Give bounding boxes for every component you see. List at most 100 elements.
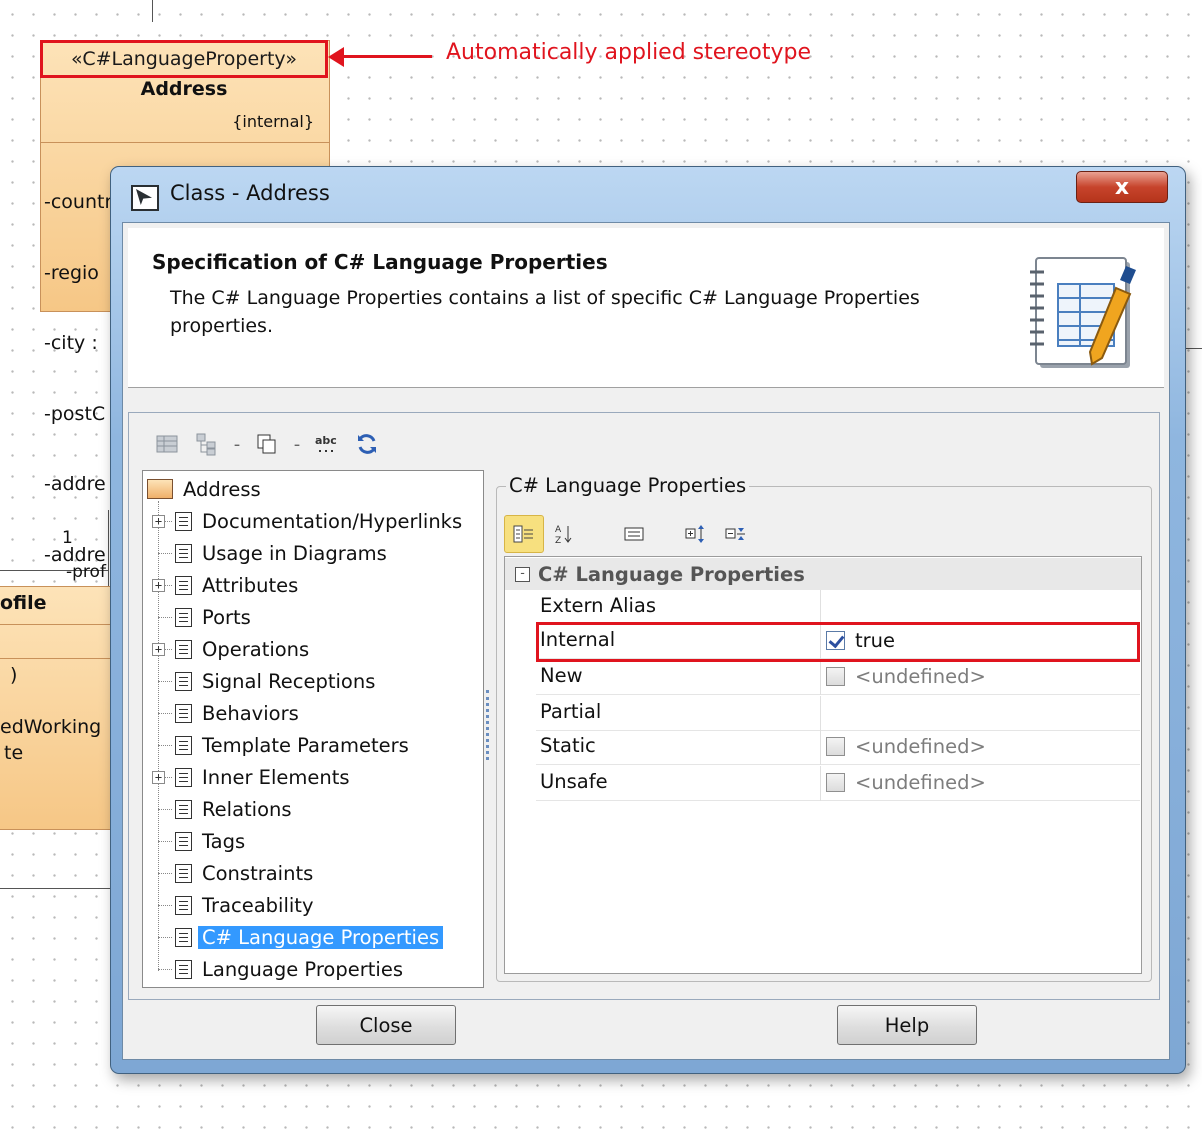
header-title: Specification of C# Language Properties [152,250,608,274]
document-icon [175,895,192,915]
property-value-text: <undefined> [855,665,986,688]
group-title: C# Language Properties [506,474,750,497]
operation-text: ) [10,664,18,686]
close-button[interactable]: Close [316,1005,456,1045]
column-divider [820,660,821,695]
property-row[interactable]: Partial [536,696,1140,731]
tree-item[interactable]: C# Language Properties [175,922,444,952]
association-line [108,510,109,586]
property-value-text: <undefined> [855,735,986,758]
property-checkbox[interactable] [826,667,845,686]
tree-item[interactable]: Template Parameters [175,730,409,760]
toolbar-separator: - [233,433,241,455]
document-icon [175,735,192,755]
class-tag: {internal} [232,112,314,131]
svg-text:Z: Z [555,536,561,545]
property-name: Extern Alias [540,594,657,617]
column-divider [820,766,821,801]
property-name: Partial [540,700,602,723]
property-row[interactable]: Static <undefined> [536,730,1140,765]
collapse-toggle[interactable]: - [515,566,530,582]
specification-tree[interactable]: Address + Documentation/Hyperlinks Usage i… [142,470,484,988]
expand-toggle[interactable]: + [152,643,165,656]
expand-toggle[interactable]: + [152,579,165,592]
document-icon [175,671,192,691]
tree-icon[interactable] [192,429,222,459]
property-checkbox[interactable] [826,737,845,756]
property-value[interactable]: <undefined> [826,665,986,688]
copy-icon[interactable] [252,429,282,459]
tree-item-label: Attributes [202,573,299,597]
role-label: -prof [66,562,106,582]
column-divider [820,730,821,765]
tree-item[interactable]: Constraints [175,858,313,888]
tree-item[interactable]: Inner Elements [175,762,350,792]
spec-toolbar: - - abc [152,426,382,462]
svg-text:A: A [555,525,562,535]
tree-guide-line [158,937,172,938]
property-value[interactable]: <undefined> [826,735,986,758]
pane-splitter[interactable] [486,690,489,760]
property-value-text: <undefined> [855,771,986,794]
help-button[interactable]: Help [837,1005,977,1045]
tree-item[interactable]: Traceability [175,890,314,920]
tree-guide-line [158,501,159,971]
class-compartment-divider [40,142,330,143]
tree-item[interactable]: Behaviors [175,698,299,728]
spell-check-icon[interactable]: abc [312,429,342,459]
column-divider [820,590,821,625]
tree-item-label: Documentation/Hyperlinks [202,509,463,533]
tree-item-address[interactable]: Address [147,474,261,504]
tree-item-label: Tags [202,829,246,853]
property-checkbox[interactable] [826,773,845,792]
tree-item[interactable]: Signal Receptions [175,666,375,696]
property-category-row[interactable]: - C# Language Properties [505,558,1141,590]
toolbar-separator: - [293,433,301,455]
tree-item[interactable]: Usage in Diagrams [175,538,387,568]
property-toolbar: AZ [504,514,756,554]
table-icon[interactable] [152,429,182,459]
refresh-icon[interactable] [352,429,382,459]
property-name: Static [540,734,596,757]
dialog-title: Class - Address [170,181,330,205]
property-row[interactable]: New <undefined> [536,660,1140,695]
property-value[interactable]: <undefined> [826,771,986,794]
tree-item[interactable]: Relations [175,794,292,824]
tree-item-label: C# Language Properties [198,925,444,949]
callout-text: Automatically applied stereotype [446,40,811,65]
document-icon [175,639,192,659]
diagram-line [152,0,153,22]
tree-item[interactable]: Language Properties [175,954,403,984]
highlight-box [536,622,1140,662]
tree-item[interactable]: Attributes [175,570,298,600]
profile-class-shape[interactable] [0,586,116,830]
tree-item[interactable]: Operations [175,634,309,664]
operation-text: edWorking [0,716,102,738]
tree-item-label: Operations [202,637,310,661]
tree-item[interactable]: Documentation/Hyperlinks [175,506,462,536]
categorized-view-icon[interactable] [504,515,544,553]
tree-item-label: Usage in Diagrams [202,541,387,565]
specification-document-icon [1030,257,1136,368]
expand-toggle[interactable]: + [152,771,165,784]
tree-item[interactable]: Tags [175,826,245,856]
property-row[interactable]: Extern Alias [536,590,1140,625]
class-compartment-divider [0,658,116,659]
window-close-button[interactable]: x [1076,171,1168,203]
tree-guide-line [158,713,172,714]
class-name: Address [140,78,228,100]
document-icon [175,863,192,883]
tree-guide-line [158,617,172,618]
tree-guide-line [158,745,172,746]
tree-guide-line [158,809,172,810]
tree-guide-line [158,905,172,906]
callout-arrow-line [340,55,432,58]
tree-item[interactable]: Ports [175,602,251,632]
sort-alphabetical-icon[interactable]: AZ [544,515,584,553]
expand-toggle[interactable]: + [152,515,165,528]
collapse-all-icon[interactable] [716,515,756,553]
description-icon[interactable] [614,515,654,553]
property-row[interactable]: Unsafe <undefined> [536,766,1140,801]
category-label: C# Language Properties [538,562,805,586]
expand-all-icon[interactable] [676,515,716,553]
